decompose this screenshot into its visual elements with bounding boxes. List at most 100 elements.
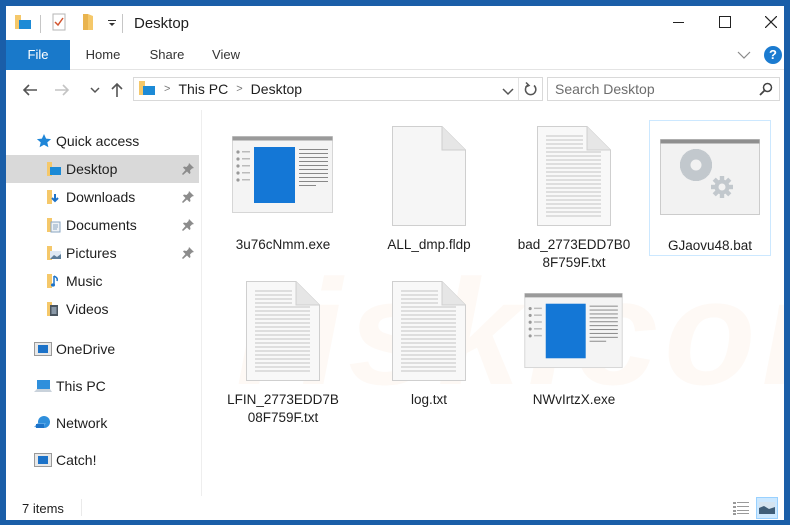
breadcrumb-desktop[interactable]: Desktop <box>251 81 302 97</box>
customize-dropdown-icon[interactable] <box>107 15 117 33</box>
search-box[interactable] <box>547 77 780 101</box>
file-item[interactable]: log.txt <box>368 275 490 409</box>
minimize-button[interactable] <box>656 6 702 38</box>
tab-view[interactable]: View <box>204 40 248 70</box>
title-separator <box>122 14 123 33</box>
expand-ribbon-button[interactable] <box>736 47 752 63</box>
new-folder-icon[interactable] <box>81 13 95 36</box>
chevron-down-icon <box>90 87 100 94</box>
sidebar-item-desktop[interactable]: Desktop <box>6 155 199 183</box>
sidebar-item-onedrive[interactable]: OneDrive <box>6 335 199 363</box>
title-bar: Desktop <box>6 6 784 40</box>
sidebar-item-label: Catch! <box>56 452 97 468</box>
tab-home[interactable]: Home <box>78 40 128 70</box>
chevron-down-icon <box>502 88 514 96</box>
tab-file[interactable]: File <box>6 40 70 70</box>
recent-locations-button[interactable] <box>85 80 105 100</box>
file-item[interactable]: NWvIrtzX.exe <box>513 275 635 409</box>
file-item-selected[interactable]: GJaovu48.bat <box>649 120 771 256</box>
text-file-icon <box>222 275 344 383</box>
catch-icon <box>34 452 52 468</box>
address-bar[interactable]: > This PC > Desktop <box>133 77 543 101</box>
videos-folder-icon <box>46 301 62 317</box>
up-button[interactable] <box>107 80 127 100</box>
maximize-button[interactable] <box>702 6 748 38</box>
network-icon <box>34 415 52 431</box>
sidebar-item-label: Documents <box>66 217 137 233</box>
file-name: log.txt <box>410 392 448 407</box>
this-pc-icon <box>34 378 52 394</box>
pin-icon[interactable] <box>182 162 194 178</box>
pin-icon[interactable] <box>182 190 194 206</box>
desktop-folder-icon <box>46 161 62 177</box>
file-item[interactable]: 3u76cNmm.exe <box>222 120 344 254</box>
file-name: LFIN_2773EDD7B08F759F.txt <box>227 392 339 425</box>
sidebar-item-music[interactable]: Music <box>6 267 199 295</box>
pin-icon[interactable] <box>182 246 194 262</box>
sidebar-item-label: This PC <box>56 378 106 394</box>
help-button[interactable]: ? <box>764 46 782 64</box>
folder-desktop-icon[interactable] <box>14 14 32 35</box>
forward-button[interactable] <box>52 80 72 100</box>
exe-file-icon <box>513 275 635 383</box>
pin-icon[interactable] <box>182 218 194 234</box>
tab-share[interactable]: Share <box>142 40 192 70</box>
details-view-button[interactable] <box>730 497 752 519</box>
desktop-location-icon <box>138 80 156 99</box>
arrow-left-icon <box>22 84 37 96</box>
properties-icon[interactable] <box>51 13 67 36</box>
arrow-right-icon <box>55 84 70 96</box>
breadcrumb-this-pc[interactable]: This PC <box>178 81 228 97</box>
sidebar-item-quick-access[interactable]: Quick access <box>6 127 199 155</box>
file-name: bad_2773EDD7B08F759F.txt <box>517 237 631 270</box>
file-name: GJaovu48.bat <box>667 238 753 253</box>
maximize-icon <box>719 16 731 28</box>
sidebar-item-catch[interactable]: Catch! <box>6 446 199 474</box>
sidebar-item-pictures[interactable]: Pictures <box>6 239 199 267</box>
address-history-dropdown[interactable] <box>502 83 514 101</box>
large-icons-view-button[interactable] <box>756 497 778 519</box>
sidebar-item-label: Pictures <box>66 245 117 261</box>
sidebar-item-this-pc[interactable]: This PC <box>6 372 199 400</box>
status-separator <box>81 499 82 516</box>
file-name: ALL_dmp.fldp <box>387 237 471 252</box>
large-icons-view-icon <box>759 502 775 514</box>
sidebar-item-label: Network <box>56 415 108 431</box>
arrow-up-icon <box>111 82 123 97</box>
pictures-folder-icon <box>46 245 62 261</box>
sidebar-item-documents[interactable]: Documents <box>6 211 199 239</box>
file-item[interactable]: LFIN_2773EDD7B08F759F.txt <box>222 275 344 427</box>
details-view-icon <box>733 502 749 515</box>
sidebar-item-network[interactable]: Network <box>6 409 199 437</box>
file-name: 3u76cNmm.exe <box>235 237 331 252</box>
item-count: 7 items <box>22 501 64 516</box>
search-input[interactable] <box>555 80 745 98</box>
navigation-bar: > This PC > Desktop <box>6 70 784 110</box>
refresh-icon <box>524 81 537 96</box>
close-icon <box>765 16 777 28</box>
sidebar-item-label: Videos <box>66 301 109 317</box>
exe-file-icon <box>222 120 344 228</box>
batch-file-icon <box>650 121 770 229</box>
breadcrumb-chevron-icon: > <box>164 83 171 95</box>
file-item[interactable]: ALL_dmp.fldp <box>368 120 490 254</box>
downloads-folder-icon <box>46 189 62 205</box>
text-file-icon <box>513 120 635 228</box>
file-item[interactable]: bad_2773EDD7B08F759F.txt <box>513 120 635 272</box>
ribbon: File Home Share View ? <box>6 40 784 70</box>
back-button[interactable] <box>20 80 40 100</box>
blank-file-icon <box>368 120 490 228</box>
music-folder-icon <box>46 273 62 289</box>
documents-folder-icon <box>46 217 62 233</box>
close-button[interactable] <box>748 6 784 38</box>
refresh-button[interactable] <box>518 78 542 100</box>
sidebar-item-videos[interactable]: Videos <box>6 295 199 323</box>
breadcrumb-chevron-icon: > <box>236 83 243 95</box>
sidebar-item-downloads[interactable]: Downloads <box>6 183 199 211</box>
toolbar-separator <box>40 15 41 33</box>
file-name: NWvIrtzX.exe <box>532 392 616 407</box>
sidebar-item-label: Music <box>66 273 103 289</box>
sidebar-item-label: Desktop <box>66 161 118 177</box>
search-icon[interactable] <box>759 82 773 101</box>
sidebar-item-label: Downloads <box>66 189 136 205</box>
